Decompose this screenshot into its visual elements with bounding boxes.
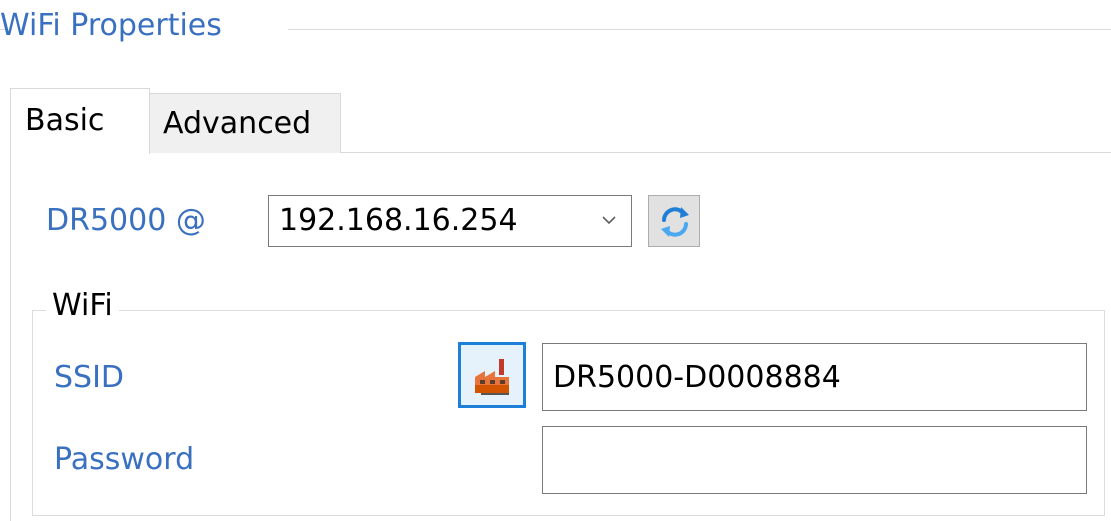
password-label: Password <box>54 442 195 477</box>
factory-reset-ssid-button[interactable] <box>458 342 526 408</box>
tab-advanced[interactable]: Advanced <box>149 93 341 153</box>
wifi-properties-panel: WiFi Properties Basic Advanced DR5000 @ … <box>0 0 1111 521</box>
ssid-label: SSID <box>54 360 125 395</box>
group-title: WiFi Properties <box>0 8 222 43</box>
wifi-group-title: WiFi <box>46 286 119 326</box>
group-border <box>288 29 1111 30</box>
ssid-input[interactable] <box>542 343 1087 411</box>
device-label: DR5000 @ <box>46 203 206 238</box>
password-input[interactable] <box>542 426 1087 494</box>
tab-strip-divider <box>340 152 1111 153</box>
device-ip-value: 192.168.16.254 <box>279 203 518 238</box>
chevron-down-icon <box>601 212 617 228</box>
factory-icon <box>475 359 509 395</box>
tab-basic[interactable]: Basic <box>10 88 150 154</box>
refresh-icon <box>661 207 689 237</box>
device-ip-select[interactable]: 192.168.16.254 <box>268 195 632 247</box>
refresh-button[interactable] <box>648 195 700 247</box>
